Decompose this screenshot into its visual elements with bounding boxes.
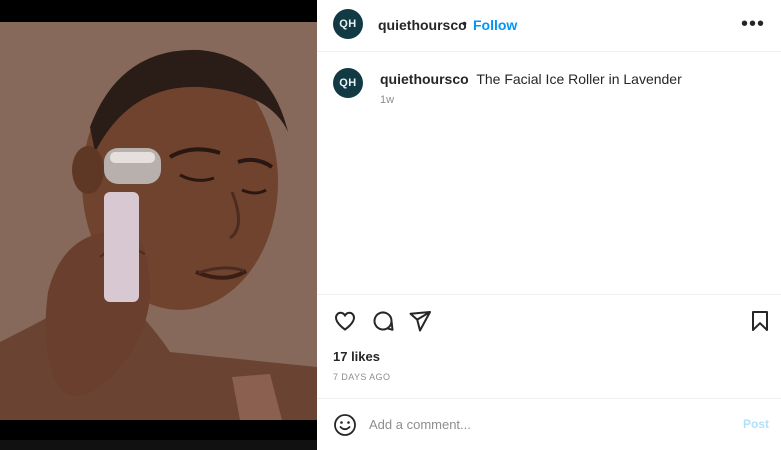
caption-username[interactable]: quiethoursco [380,71,469,87]
post-actions: 17 likes 7 DAYS AGO [317,294,781,398]
caption-text: quiethoursco The Facial Ice Roller in La… [380,71,682,87]
caption-body: The Facial Ice Roller in Lavender [476,71,682,87]
header-separator-dot: • [462,15,467,31]
post-caption: QH quiethoursco The Facial Ice Roller in… [317,52,781,294]
post-detail-panel: QH quiethoursco • Follow ••• QH quiethou… [317,0,781,450]
caption-avatar[interactable]: QH [333,68,363,98]
account-avatar[interactable]: QH [333,9,363,39]
emoji-button[interactable] [333,413,357,442]
portrait-illustration [0,22,317,420]
save-button[interactable] [748,309,772,333]
comment-icon [373,311,394,331]
caption-avatar-initials: QH [339,77,357,89]
post-media [0,0,317,450]
likes-count[interactable]: 17 likes [333,349,380,364]
follow-button[interactable]: Follow [473,17,517,33]
media-bottom-strip [0,440,317,450]
heart-icon [334,311,356,331]
avatar-initials: QH [339,18,357,30]
post-comment-button[interactable]: Post [743,417,769,431]
account-username[interactable]: quiethoursco [378,17,467,33]
bookmark-icon [752,311,768,331]
post-header: QH quiethoursco • Follow ••• [317,0,781,52]
post-date[interactable]: 7 DAYS AGO [333,372,390,382]
post-photo [0,22,317,420]
caption-time[interactable]: 1w [380,94,394,106]
comment-input[interactable] [369,414,709,434]
smile-icon [334,414,356,436]
comment-bar: Post [317,398,781,450]
like-button[interactable] [333,309,357,333]
comment-button[interactable] [371,309,395,333]
more-options-icon[interactable]: ••• [741,13,765,36]
share-button[interactable] [408,309,432,333]
send-icon [409,311,431,332]
